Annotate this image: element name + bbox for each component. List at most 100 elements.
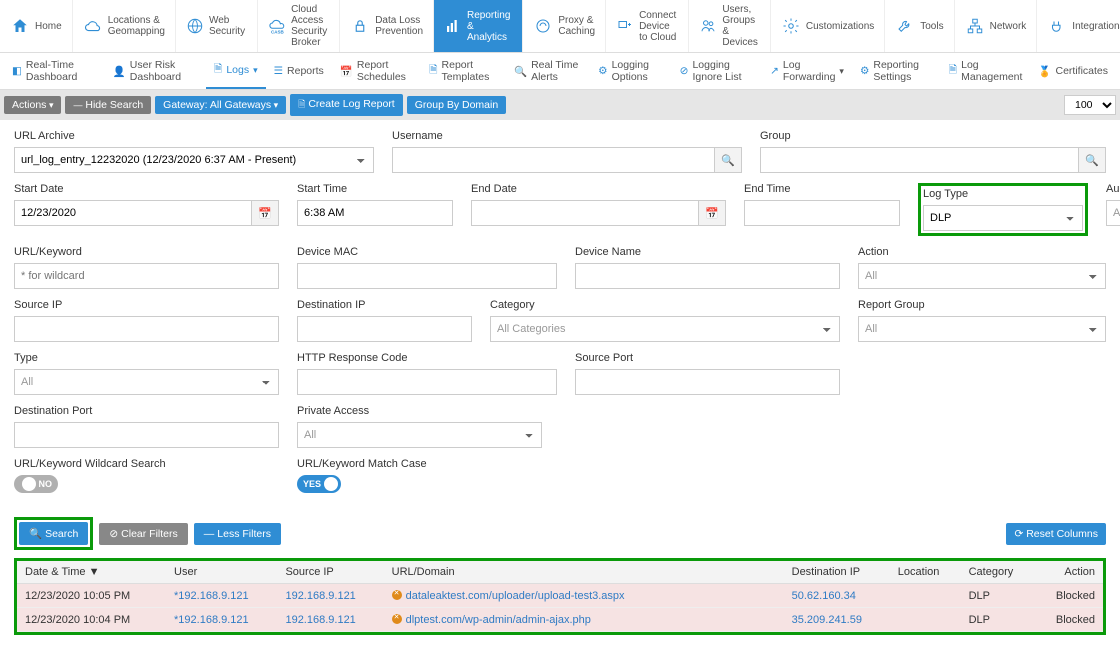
nav-web-security[interactable]: Web Security — [176, 0, 258, 52]
page-size-select[interactable]: 100 — [1064, 95, 1116, 115]
col-user[interactable]: User — [166, 561, 277, 584]
subnav-user-risk[interactable]: 👤User Risk Dashboard — [105, 53, 206, 89]
nav-reporting[interactable]: Reporting & Analytics — [434, 0, 523, 52]
user-link[interactable]: *192.168.9.121 — [174, 614, 249, 626]
source-ip-link[interactable]: 192.168.9.121 — [285, 614, 355, 626]
device-name-input[interactable] — [575, 263, 840, 289]
device-mac-input[interactable] — [297, 263, 557, 289]
subnav-realtime-alerts[interactable]: 🔍Real Time Alerts — [506, 53, 590, 89]
nav-integrations[interactable]: Integrations — [1037, 0, 1120, 52]
col-datetime[interactable]: Date & Time ▼ — [17, 561, 166, 584]
reset-columns-button[interactable]: ⟳ Reset Columns — [1006, 523, 1106, 545]
col-location[interactable]: Location — [890, 561, 961, 584]
wildcard-search-label: URL/Keyword Wildcard Search — [14, 458, 279, 470]
hide-search-button[interactable]: — Hide Search — [65, 96, 151, 114]
subnav-report-schedules[interactable]: 📅Report Schedules — [332, 53, 421, 89]
nav-label: Connect Device to Cloud — [639, 10, 678, 43]
end-date-input[interactable] — [471, 200, 698, 226]
source-port-input[interactable] — [575, 369, 840, 395]
end-time-input[interactable] — [744, 200, 900, 226]
category-select[interactable]: All Categories — [490, 316, 840, 342]
gateway-button[interactable]: Gateway: All Gateways — [155, 96, 286, 114]
subnav-logging-options[interactable]: ⚙Logging Options — [590, 53, 672, 89]
match-case-toggle[interactable]: YES — [297, 475, 341, 493]
search-icon[interactable]: 🔍 — [714, 147, 742, 173]
nav-proxy[interactable]: Proxy & Caching — [523, 0, 606, 52]
dest-port-input[interactable] — [14, 422, 279, 448]
source-ip-link[interactable]: 192.168.9.121 — [285, 590, 355, 602]
cell-action: Blocked — [1035, 584, 1103, 608]
subnav-label: Report Templates — [442, 59, 498, 83]
nav-locations[interactable]: Locations & Geomapping — [73, 0, 176, 52]
calendar-icon[interactable]: 📅 — [251, 200, 279, 226]
subnav-log-forwarding[interactable]: ↗Log Forwarding — [762, 53, 852, 89]
col-source-ip[interactable]: Source IP — [277, 561, 383, 584]
username-input[interactable] — [392, 147, 714, 173]
dest-ip-link[interactable]: 50.62.160.34 — [792, 590, 856, 602]
nav-connect-device[interactable]: Connect Device to Cloud — [606, 0, 689, 52]
subnav-logs[interactable]: 🗎Logs — [206, 53, 266, 89]
col-label: Date & Time — [25, 566, 86, 578]
dest-ip-link[interactable]: 35.209.241.59 — [792, 614, 862, 626]
nav-dlp[interactable]: Data Loss Prevention — [340, 0, 434, 52]
log-type-select[interactable]: DLP — [923, 205, 1083, 231]
subnav-certificates[interactable]: 🏅Certificates — [1030, 53, 1116, 89]
toggle-label: NO — [36, 479, 56, 489]
table-row[interactable]: 12/23/2020 10:04 PM*192.168.9.121192.168… — [17, 608, 1103, 632]
subnav-logging-ignore[interactable]: ⊘Logging Ignore List — [672, 53, 762, 89]
user-link[interactable]: *192.168.9.121 — [174, 590, 249, 602]
subnav-reports[interactable]: ☰ Reports — [266, 53, 332, 89]
group-by-button[interactable]: Group By Domain — [407, 96, 506, 114]
subnav-realtime-dashboard[interactable]: ◧Real-Time Dashboard — [4, 53, 105, 89]
url-link[interactable]: dlptest.com/wp-admin/admin-ajax.php — [406, 614, 591, 626]
list-icon: ☰ — [274, 65, 283, 77]
subnav-label: Report Schedules — [357, 59, 413, 83]
calendar-icon[interactable]: 📅 — [698, 200, 726, 226]
dest-ip-input[interactable] — [297, 316, 472, 342]
col-category[interactable]: Category — [961, 561, 1036, 584]
url-keyword-input[interactable] — [14, 263, 279, 289]
nav-users[interactable]: Users, Groups & Devices — [689, 0, 771, 52]
actions-button[interactable]: Actions — [4, 96, 61, 114]
create-log-button[interactable]: 🗎 Create Log Report — [290, 94, 403, 116]
report-group-select[interactable]: All — [858, 316, 1106, 342]
http-code-input[interactable] — [297, 369, 557, 395]
group-input[interactable] — [760, 147, 1078, 173]
search-icon[interactable]: 🔍 — [1078, 147, 1106, 173]
action-select[interactable]: All — [858, 263, 1106, 289]
cell-user: *192.168.9.121 — [166, 608, 277, 632]
subnav-log-management[interactable]: 🗎Log Management — [941, 53, 1031, 89]
clear-filters-button[interactable]: ⊘Clear Filters — [99, 523, 187, 545]
start-date-label: Start Date — [14, 183, 279, 195]
table-row[interactable]: 12/23/2020 10:05 PM*192.168.9.121192.168… — [17, 584, 1103, 608]
wildcard-toggle[interactable]: NO — [14, 475, 58, 493]
col-dest-ip[interactable]: Destination IP — [784, 561, 890, 584]
url-link[interactable]: dataleaktest.com/uploader/upload-test3.a… — [406, 590, 625, 602]
btn-label: Reset Columns — [1026, 528, 1098, 540]
subnav-reporting-settings[interactable]: ⚙Reporting Settings — [852, 53, 941, 89]
private-access-select[interactable]: All — [297, 422, 542, 448]
subnav-report-templates[interactable]: 🗎Report Templates — [421, 53, 506, 89]
subnav-label: Reports — [287, 65, 324, 77]
nav-label: Customizations — [806, 21, 874, 32]
nav-customizations[interactable]: Customizations — [771, 0, 885, 52]
col-url[interactable]: URL/Domain — [384, 561, 784, 584]
source-ip-input[interactable] — [14, 316, 279, 342]
cell-action: Blocked — [1035, 608, 1103, 632]
subnav-label: Log Forwarding — [783, 59, 836, 83]
less-filters-button[interactable]: —Less Filters — [194, 523, 281, 545]
svg-text:CASB: CASB — [271, 30, 285, 35]
nav-tools[interactable]: Tools — [885, 0, 954, 52]
start-time-input[interactable] — [297, 200, 453, 226]
nav-network[interactable]: Network — [955, 0, 1038, 52]
nav-casb[interactable]: CASB Cloud Access Security Broker — [258, 0, 340, 52]
start-date-input[interactable] — [14, 200, 251, 226]
btn-label: Less Filters — [217, 528, 271, 540]
col-action[interactable]: Action — [1035, 561, 1103, 584]
search-button[interactable]: 🔍Search — [19, 522, 88, 545]
audit-event-select[interactable]: All — [1106, 200, 1120, 226]
nav-home[interactable]: Home — [0, 0, 73, 52]
type-select[interactable]: All — [14, 369, 279, 395]
url-archive-select[interactable]: url_log_entry_12232020 (12/23/2020 6:37 … — [14, 147, 374, 173]
subnav-label: Real Time Alerts — [531, 59, 582, 83]
